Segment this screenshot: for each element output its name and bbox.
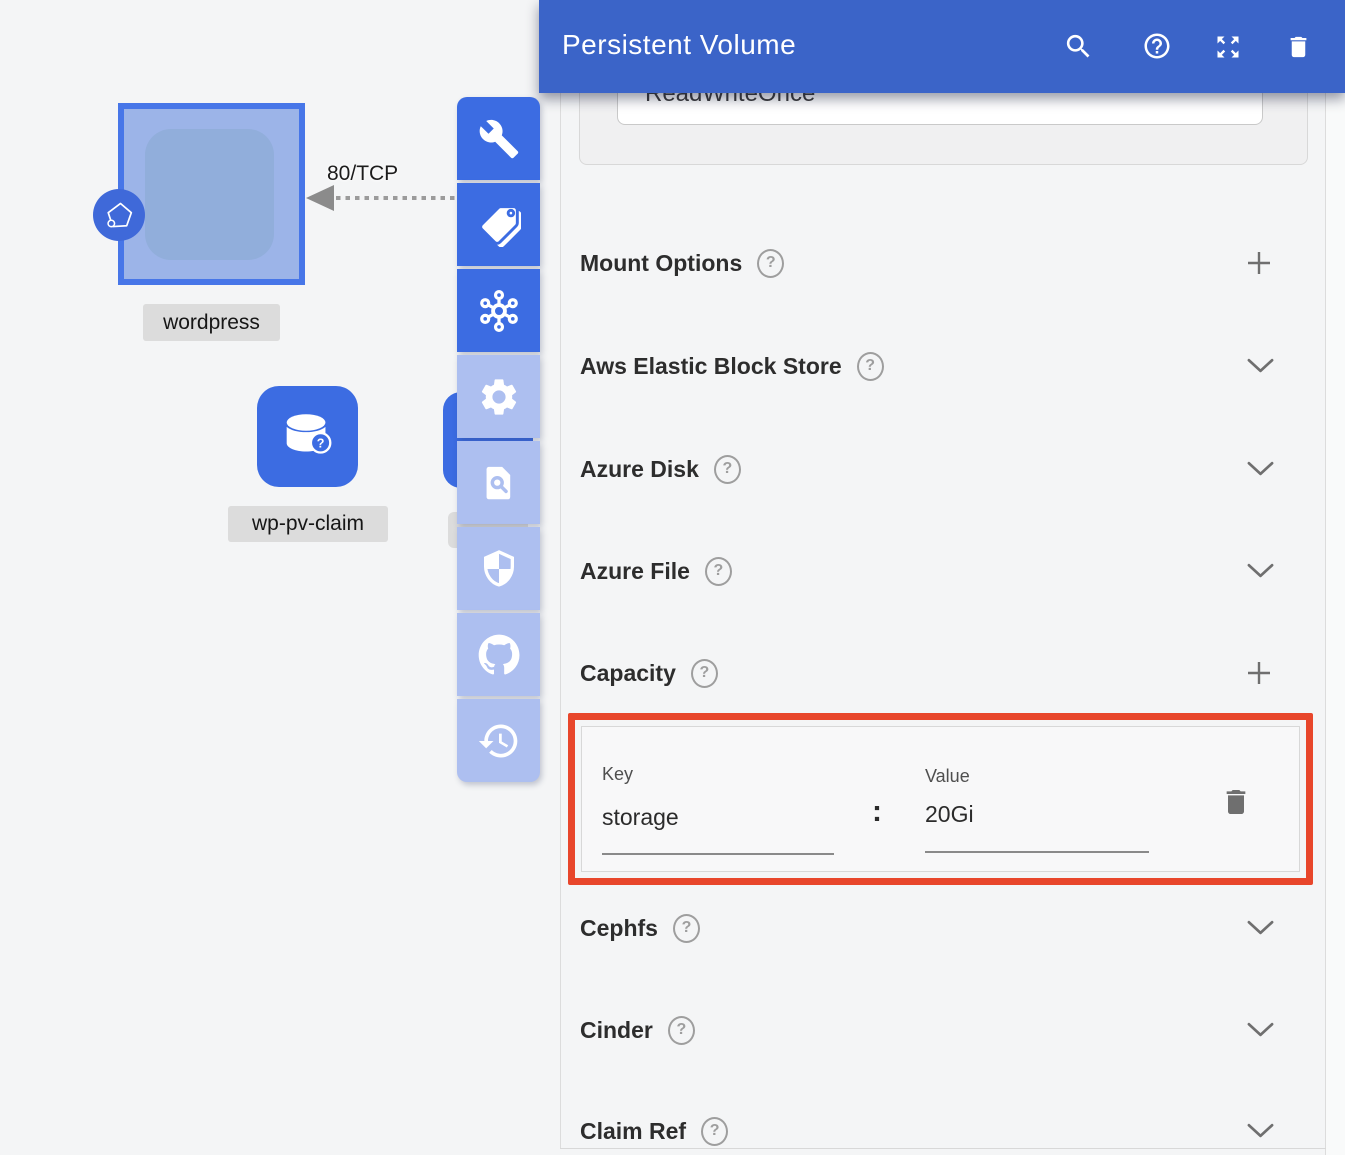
section-label: Cephfs — [580, 915, 658, 942]
side-toolbar — [457, 97, 540, 782]
chevron-down-icon — [1247, 920, 1274, 936]
panel-content-left-border — [560, 93, 561, 1148]
toolbar-tag-button[interactable] — [457, 183, 540, 266]
node-label-wp-pv-claim: wp-pv-claim — [228, 506, 388, 542]
chevron-down-icon — [1247, 563, 1274, 579]
node-label-wordpress: wordpress — [143, 304, 280, 341]
panel-scrollbar-track[interactable] — [1326, 93, 1345, 1155]
panel-header: Persistent Volume — [539, 0, 1345, 93]
toolbar-wrench-button[interactable] — [457, 97, 540, 180]
help-circle-icon — [1142, 31, 1172, 61]
help-icon[interactable]: ? — [691, 659, 718, 688]
expand-azure-file-button[interactable] — [1247, 563, 1274, 579]
section-label: Azure Disk — [580, 456, 699, 483]
section-aws-elastic-block-store: Aws Elastic Block Store ? — [580, 345, 1274, 387]
expand-aws-ebs-button[interactable] — [1247, 358, 1274, 374]
key-value-separator: : — [872, 795, 882, 829]
section-cephfs: Cephfs ? — [580, 907, 1274, 949]
section-label: Azure File — [580, 558, 690, 585]
section-azure-disk: Azure Disk ? — [580, 448, 1274, 490]
toolbar-history-button[interactable] — [457, 699, 540, 782]
capacity-entry-row: Key storage : Value 20Gi — [581, 726, 1300, 872]
value-field-label: Value — [925, 766, 970, 787]
github-icon — [476, 632, 522, 678]
svg-text:?: ? — [316, 436, 324, 450]
value-field-underline — [925, 851, 1149, 853]
tag-icon — [477, 203, 521, 247]
toolbar-github-button[interactable] — [457, 613, 540, 696]
key-field-label: Key — [602, 764, 633, 785]
gear-icon — [477, 375, 521, 419]
chevron-down-icon — [1247, 358, 1274, 374]
section-label: Aws Elastic Block Store — [580, 353, 842, 380]
edge-port-label: 80/TCP — [327, 162, 398, 186]
chevron-down-icon — [1247, 461, 1274, 477]
section-capacity: Capacity ? — [580, 652, 1274, 694]
help-icon[interactable]: ? — [757, 249, 784, 278]
database-icon: ? — [277, 406, 339, 468]
shield-icon — [479, 549, 519, 589]
section-azure-file: Azure File ? — [580, 550, 1274, 592]
expand-arrows-icon — [1214, 33, 1242, 61]
delete-button[interactable] — [1285, 32, 1312, 67]
plus-icon — [1244, 658, 1274, 688]
search-button[interactable] — [1063, 31, 1094, 67]
history-icon — [477, 719, 521, 763]
persistent-volume-panel: ReadWriteOnce Mount Options ? Aws Elasti… — [539, 0, 1345, 1155]
section-label: Claim Ref — [580, 1118, 686, 1145]
trash-icon — [1220, 784, 1252, 820]
node-wordpress[interactable] — [118, 103, 305, 285]
expand-claim-ref-button[interactable] — [1247, 1123, 1274, 1139]
key-field-input[interactable]: storage — [602, 804, 679, 831]
panel-title: Persistent Volume — [562, 29, 796, 61]
node-wp-pv-claim[interactable]: ? — [257, 386, 358, 487]
toolbar-hub-button[interactable] — [457, 269, 540, 352]
section-claim-ref: Claim Ref ? — [580, 1110, 1274, 1152]
add-mount-option-button[interactable] — [1244, 248, 1274, 278]
toolbar-shield-button[interactable] — [457, 527, 540, 610]
hub-icon — [476, 288, 522, 334]
section-mount-options: Mount Options ? — [580, 242, 1274, 284]
node-wordpress-inner-shape — [145, 129, 274, 260]
help-icon[interactable]: ? — [673, 914, 700, 943]
toolbar-settings-button[interactable] — [457, 355, 540, 438]
plus-icon — [1244, 248, 1274, 278]
pod-icon — [93, 189, 145, 241]
wrench-icon — [478, 118, 520, 160]
section-label: Capacity — [580, 660, 676, 687]
help-icon[interactable]: ? — [701, 1117, 728, 1146]
toolbar-document-search-button[interactable] — [457, 441, 540, 524]
chevron-down-icon — [1247, 1022, 1274, 1038]
help-icon[interactable]: ? — [705, 557, 732, 586]
capacity-entry-highlight: Key storage : Value 20Gi — [568, 713, 1313, 885]
expand-azure-disk-button[interactable] — [1247, 461, 1274, 477]
expand-cinder-button[interactable] — [1247, 1022, 1274, 1038]
section-label: Mount Options — [580, 250, 742, 277]
add-capacity-button[interactable] — [1244, 658, 1274, 688]
expand-cephfs-button[interactable] — [1247, 920, 1274, 936]
help-icon[interactable]: ? — [714, 455, 741, 484]
edge-arrowhead-icon — [306, 185, 334, 211]
search-icon — [1063, 31, 1094, 62]
delete-capacity-entry-button[interactable] — [1220, 784, 1252, 825]
document-search-icon — [478, 462, 520, 504]
section-label: Cinder — [580, 1017, 653, 1044]
help-icon[interactable]: ? — [668, 1016, 695, 1045]
help-button[interactable] — [1142, 31, 1172, 66]
help-icon[interactable]: ? — [857, 352, 884, 381]
value-field-input[interactable]: 20Gi — [925, 801, 974, 828]
section-cinder: Cinder ? — [580, 1009, 1274, 1051]
trash-icon — [1285, 32, 1312, 62]
chevron-down-icon — [1247, 1123, 1274, 1139]
expand-button[interactable] — [1214, 33, 1242, 66]
key-field-underline — [602, 853, 834, 855]
